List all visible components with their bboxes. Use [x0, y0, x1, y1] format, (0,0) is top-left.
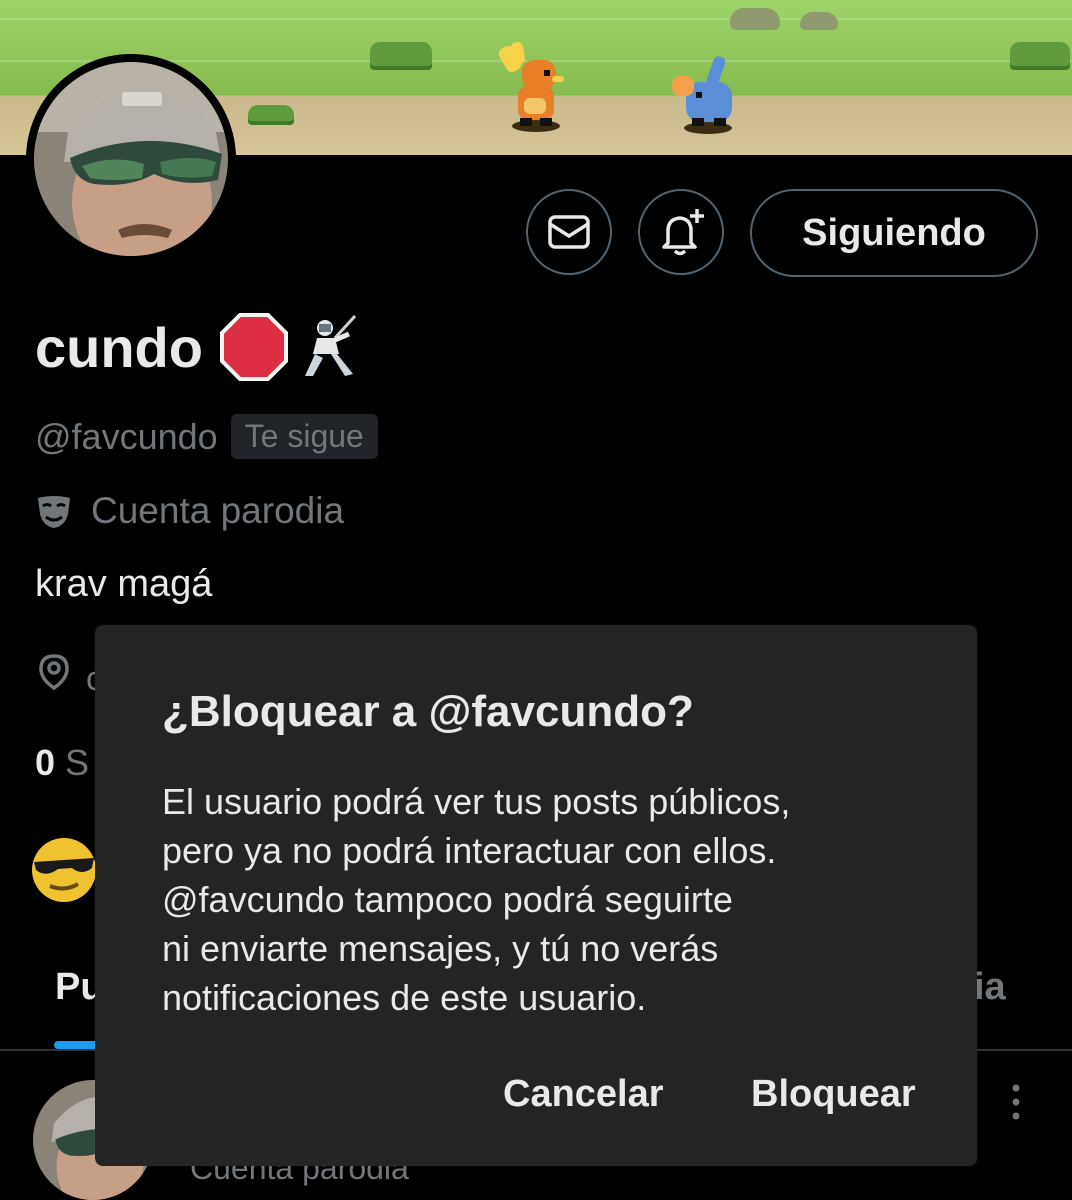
profile-handle: @favcundo — [35, 415, 218, 457]
notifications-button[interactable] — [638, 189, 724, 275]
follower-avatar-sunglasses-emoji[interactable] — [28, 832, 100, 904]
bush-decoration — [370, 42, 432, 70]
parody-label: Cuenta parodia — [91, 490, 345, 531]
stop-sign-emoji-icon — [219, 313, 288, 381]
dialog-message-line: ni enviarte mensajes, y tú no verás — [162, 928, 719, 969]
handle-row: @favcundo Te sigue — [35, 414, 378, 459]
blue-creature-sprite — [672, 56, 732, 134]
block-button[interactable]: Bloquear — [751, 1073, 916, 1116]
profile-name-row: cundo — [35, 312, 361, 382]
bell-plus-icon — [662, 209, 704, 256]
bush-decoration — [248, 105, 294, 125]
cancel-button[interactable]: Cancelar — [503, 1073, 664, 1116]
profile-avatar[interactable] — [26, 54, 236, 264]
mask-icon — [38, 496, 70, 528]
bush-decoration — [1010, 42, 1070, 70]
following-count-number: 0 — [35, 742, 56, 783]
display-name: cundo — [35, 315, 203, 379]
following-button[interactable]: Siguiendo — [750, 189, 1038, 277]
fencer-emoji-icon — [304, 314, 357, 376]
envelope-icon — [548, 215, 590, 249]
dialog-message-line: El usuario podrá ver tus posts públicos, — [162, 781, 791, 822]
location-pin-icon — [39, 654, 69, 691]
orange-creature-sprite — [498, 42, 564, 132]
dialog-message-line: notificaciones de este usuario. — [162, 977, 647, 1018]
avatar-photo — [34, 62, 228, 256]
dialog-message-line: @favcundo tampoco podrá seguirte — [162, 879, 733, 920]
block-confirmation-dialog: ¿Bloquear a @favcundo? El usuario podrá … — [95, 625, 977, 1166]
rock-decoration — [800, 12, 838, 30]
follows-you-badge: Te sigue — [230, 414, 378, 459]
following-count[interactable]: 0 S — [35, 742, 89, 784]
profile-bio: krav magá — [35, 563, 213, 605]
dialog-message-line: pero ya no podrá interactuar con ellos. — [162, 830, 777, 871]
more-vertical-icon[interactable] — [1008, 1082, 1024, 1122]
following-count-label: S — [65, 742, 90, 783]
dialog-title: ¿Bloquear a @favcundo? — [162, 687, 694, 736]
rock-decoration — [730, 8, 780, 30]
tab-media[interactable]: ia — [974, 966, 1006, 1009]
dialog-message: El usuario podrá ver tus posts públicos,… — [162, 777, 922, 1022]
message-button[interactable] — [526, 189, 612, 275]
parody-label-row[interactable]: Cuenta parodia — [35, 490, 344, 532]
